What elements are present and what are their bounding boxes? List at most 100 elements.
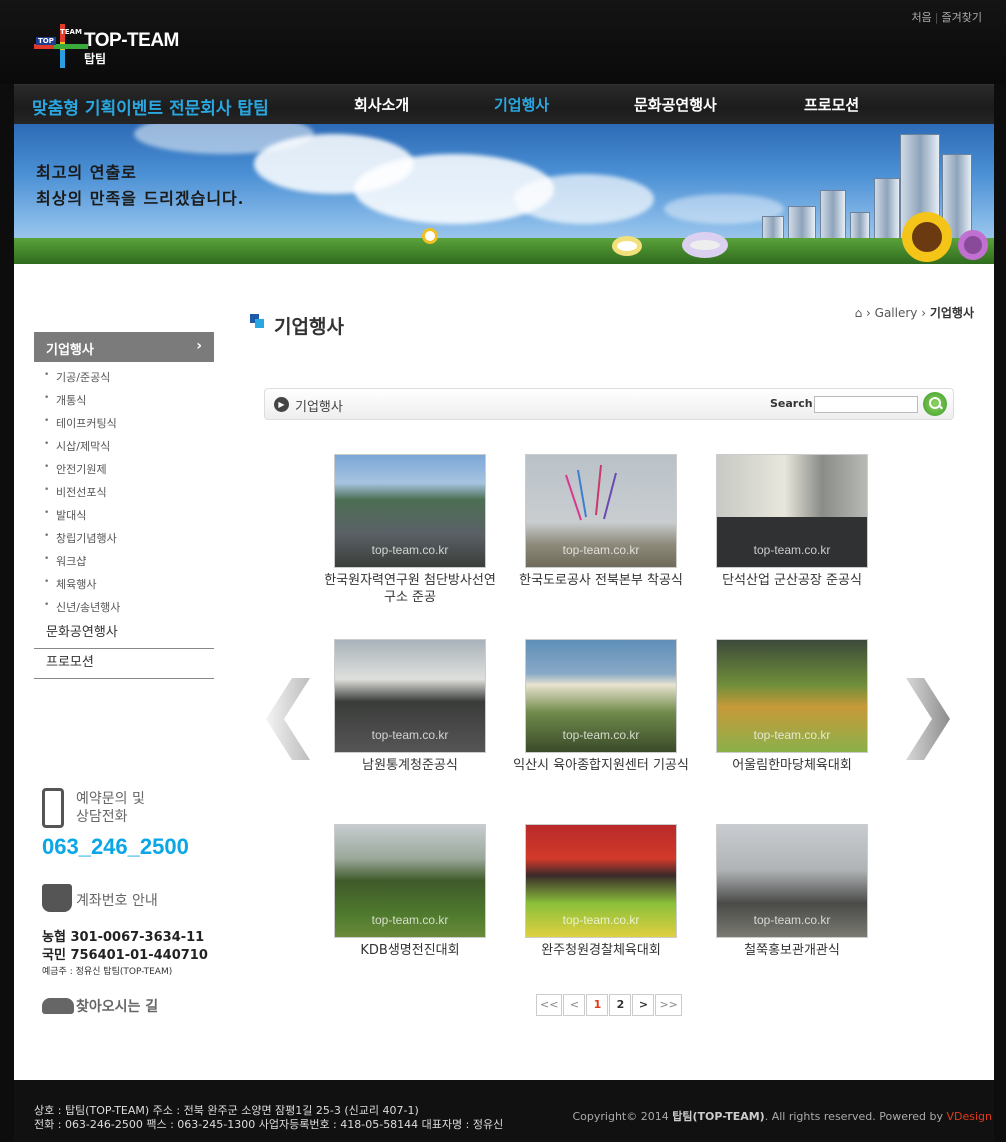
sidebar-item-vision[interactable]: 비전선포식	[34, 479, 214, 504]
sidebar-item-safety-ritual[interactable]: 안전기원제	[34, 456, 214, 481]
phone-label-line-2: 상담전화	[76, 809, 128, 825]
gallery-thumb[interactable]: top-team.co.kr	[525, 454, 677, 568]
sidebar: 기업행사 › 기공/준공식 개통식 테이프커팅식 시삽/제막식 안전기원제 비전…	[34, 332, 214, 679]
bank-account-1: 농협 301-0067-3634-11	[42, 930, 205, 945]
page-1-button[interactable]: 1	[586, 994, 609, 1016]
sidebar-item-workshop[interactable]: 워크샵	[34, 548, 214, 573]
copyright-prefix: Copyright© 2014	[572, 1110, 669, 1123]
watermark: top-team.co.kr	[753, 913, 831, 927]
nav-item-promotion[interactable]: 프로모션	[804, 94, 859, 115]
gallery-thumb[interactable]: top-team.co.kr	[334, 639, 486, 753]
sidebar-item-anniversary[interactable]: 창립기념행사	[34, 525, 214, 550]
title-square-icon	[250, 314, 266, 328]
page-2-button[interactable]: 2	[609, 994, 632, 1016]
gallery-thumb[interactable]: top-team.co.kr	[334, 454, 486, 568]
gallery-item[interactable]: top-team.co.kr 한국원자력연구원 첨단방사선연구소 준공	[320, 454, 500, 606]
site-footer: 상호 : 탑팀(TOP-TEAM) 주소 : 전북 완주군 소양면 잠평1길 2…	[14, 1080, 994, 1142]
gallery-thumb[interactable]: top-team.co.kr	[525, 639, 677, 753]
watermark: top-team.co.kr	[753, 543, 831, 557]
play-circle-icon: ▶	[274, 397, 289, 412]
gallery-caption[interactable]: 어울림한마당체육대회	[702, 757, 882, 774]
next-page-button[interactable]: >	[632, 994, 655, 1016]
watermark: top-team.co.kr	[562, 913, 640, 927]
nav-item-culture-events[interactable]: 문화공연행사	[634, 94, 717, 115]
category-label: 기업행사	[295, 400, 343, 415]
gallery-item[interactable]: top-team.co.kr 단석산업 군산공장 준공식	[702, 454, 882, 589]
gallery-item[interactable]: top-team.co.kr 한국도로공사 전북본부 착공식	[511, 454, 691, 589]
footer-contact: 전화 : 063-246-2500 팩스 : 063-245-1300 사업자등…	[34, 1118, 504, 1131]
banner-line-1: 최고의 연출로	[36, 163, 137, 182]
prev-arrow-icon[interactable]	[262, 674, 312, 764]
home-icon[interactable]: ⌂	[855, 306, 863, 320]
next-arrow-icon[interactable]	[904, 674, 954, 764]
gallery-caption[interactable]: 철쭉홍보관개관식	[702, 942, 882, 959]
pagination: << <1 2 > >>	[536, 994, 683, 1016]
sidebar-header[interactable]: 기업행사 ›	[34, 332, 214, 362]
sidebar-item-unveiling[interactable]: 시삽/제막식	[34, 433, 214, 458]
logo-tag-top: TOP	[36, 37, 56, 45]
logo-tag-team: TEAM	[60, 28, 82, 36]
watermark: top-team.co.kr	[562, 728, 640, 742]
breadcrumb-gallery[interactable]: Gallery	[875, 306, 918, 320]
prev-page-button[interactable]: <	[563, 994, 586, 1016]
sidebar-section-culture[interactable]: 문화공연행사	[34, 619, 214, 649]
gallery-thumb[interactable]: top-team.co.kr	[334, 824, 486, 938]
logo-text: TOP-TEAM	[84, 30, 179, 51]
gallery-caption[interactable]: 한국원자력연구원 첨단방사선연구소 준공	[320, 572, 500, 606]
last-page-button[interactable]: >>	[655, 994, 682, 1016]
nav-item-corporate-events[interactable]: 기업행사	[494, 94, 549, 115]
first-page-button[interactable]: <<	[536, 994, 563, 1016]
sidebar-header-label: 기업행사	[46, 343, 94, 358]
banner-headline: 최고의 연출로 최상의 만족을 드리겠습니다.	[36, 160, 244, 212]
directions-link[interactable]: 찾아오시는 길	[76, 996, 158, 1016]
favorite-link[interactable]: 즐겨찾기	[942, 11, 982, 24]
gallery-thumb[interactable]: top-team.co.kr	[716, 454, 868, 568]
powered-by-link[interactable]: VDesign	[946, 1110, 992, 1123]
logo-subtext: 탑팀	[84, 52, 107, 66]
gallery-item[interactable]: top-team.co.kr 철쭉홍보관개관식	[702, 824, 882, 959]
watermark: top-team.co.kr	[562, 543, 640, 557]
sidebar-item-tape-cutting[interactable]: 테이프커팅식	[34, 410, 214, 435]
copyright: Copyright© 2014 탑팀(TOP-TEAM). All rights…	[573, 1108, 993, 1124]
account-label: 계좌번호 안내	[76, 893, 158, 909]
breadcrumb-current: 기업행사	[929, 306, 974, 320]
watermark: top-team.co.kr	[371, 543, 449, 557]
sidebar-item-launch[interactable]: 발대식	[34, 502, 214, 527]
phone-number: 063_246_2500	[42, 834, 189, 859]
site-logo[interactable]: TOP TEAM TOP-TEAM 탑팀	[32, 20, 182, 72]
phone-icon	[42, 788, 64, 828]
breadcrumb: ⌂ › Gallery › 기업행사	[854, 306, 974, 320]
search-label: Search	[770, 397, 813, 410]
sidebar-item-opening[interactable]: 개통식	[34, 387, 214, 412]
gallery-thumb[interactable]: top-team.co.kr	[525, 824, 677, 938]
coffee-cup-icon	[42, 884, 72, 912]
sidebar-item-groundbreaking[interactable]: 기공/준공식	[34, 364, 214, 389]
home-link[interactable]: 처음	[912, 11, 932, 24]
site-header: 처음 | 즐겨찾기 TOP TEAM TOP-TEAM 탑팀	[0, 0, 1006, 84]
gallery-item[interactable]: top-team.co.kr 익산시 육아종합지원센터 기공식	[511, 639, 691, 774]
chevron-right-icon: ›	[196, 338, 202, 354]
sidebar-section-promotion[interactable]: 프로모션	[34, 649, 214, 679]
gallery-caption[interactable]: 한국도로공사 전북본부 착공식	[511, 572, 691, 589]
nav-item-company[interactable]: 회사소개	[354, 94, 409, 115]
gallery-thumb[interactable]: top-team.co.kr	[716, 824, 868, 938]
gallery-caption[interactable]: 완주청원경찰체육대회	[511, 942, 691, 959]
gallery-item[interactable]: top-team.co.kr 완주청원경찰체육대회	[511, 824, 691, 959]
gallery-caption[interactable]: KDB생명전진대회	[320, 942, 500, 959]
gallery-caption[interactable]: 익산시 육아종합지원센터 기공식	[511, 757, 691, 774]
gallery-item[interactable]: top-team.co.kr KDB생명전진대회	[320, 824, 500, 959]
sidebar-item-sports[interactable]: 체육행사	[34, 571, 214, 596]
search-bar: ▶ 기업행사 Search	[264, 388, 954, 420]
sidebar-item-new-year[interactable]: 신년/송년행사	[34, 594, 214, 619]
gallery-item[interactable]: top-team.co.kr 어울림한마당체육대회	[702, 639, 882, 774]
gallery-caption[interactable]: 남원통계청준공식	[320, 757, 500, 774]
gallery-caption[interactable]: 단석산업 군산공장 준공식	[702, 572, 882, 589]
search-button[interactable]	[923, 392, 947, 416]
bank-account-2: 국민 756401-01-440710	[42, 948, 208, 963]
gallery-thumb[interactable]: top-team.co.kr	[716, 639, 868, 753]
gallery-item[interactable]: top-team.co.kr 남원통계청준공식	[320, 639, 500, 774]
watermark: top-team.co.kr	[371, 913, 449, 927]
account-holder: 예금주 : 정유신 탑팀(TOP-TEAM)	[42, 967, 173, 977]
watermark: top-team.co.kr	[371, 728, 449, 742]
search-input[interactable]	[814, 396, 918, 413]
